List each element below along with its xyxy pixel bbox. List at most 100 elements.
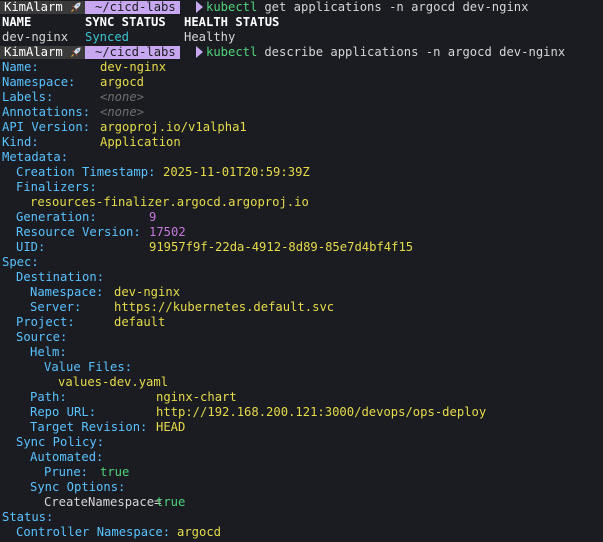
value-dest-namespace: dev-nginx bbox=[114, 285, 181, 299]
describe-line: Automated: bbox=[0, 450, 603, 465]
describe-line: Finalizers: bbox=[0, 180, 603, 195]
command-name: kubectl bbox=[206, 45, 258, 59]
key-prune: Prune: bbox=[44, 465, 89, 479]
value-finalizer: resources-finalizer.argocd.argoproj.io bbox=[30, 195, 309, 209]
describe-line: resources-finalizer.argocd.argoproj.io bbox=[0, 195, 603, 210]
table-header: NAME SYNC STATUS HEALTH STATUS bbox=[0, 15, 603, 30]
key-api-version: API Version: bbox=[2, 120, 91, 134]
value-api-version: argoproj.io/v1alpha1 bbox=[100, 120, 247, 134]
value-uid: 91957f9f-22da-4912-8d89-85e7d4bf4f15 bbox=[149, 240, 414, 254]
rocket-icon bbox=[71, 2, 81, 12]
prompt-user-text: KimAlarm bbox=[4, 45, 63, 59]
prompt-line: KimAlarm ~/cicd-labs kubectl get applica… bbox=[0, 0, 603, 15]
describe-line: Generation: 9 bbox=[0, 210, 603, 225]
key-generation: Generation: bbox=[16, 210, 97, 224]
prompt-user: KimAlarm bbox=[0, 45, 86, 59]
table-row: dev-nginx Synced Healthy bbox=[0, 30, 603, 45]
command-name: kubectl bbox=[206, 0, 258, 14]
prompt-user: KimAlarm bbox=[0, 0, 86, 14]
prompt-separator bbox=[196, 1, 203, 13]
prompt-user-text: KimAlarm bbox=[4, 0, 63, 14]
value-namespace: argocd bbox=[100, 75, 145, 89]
describe-line: Annotations: <none> bbox=[0, 105, 603, 120]
describe-line: Namespace: argocd bbox=[0, 75, 603, 90]
key-namespace: Namespace: bbox=[2, 75, 76, 89]
key-automated: Automated: bbox=[30, 450, 104, 464]
key-sync-options: Sync Options: bbox=[30, 480, 126, 494]
key-value-files: Value Files: bbox=[44, 360, 133, 374]
describe-line: Repo URL: http://192.168.200.121:3000/de… bbox=[0, 405, 603, 420]
describe-line: Helm: bbox=[0, 345, 603, 360]
value-prune: true bbox=[100, 465, 130, 479]
describe-line: Destination: bbox=[0, 270, 603, 285]
describe-line: CreateNamespace= true bbox=[0, 495, 603, 510]
key-labels: Labels: bbox=[2, 90, 54, 104]
table-cell-sync: Synced bbox=[85, 30, 130, 44]
key-dest-server: Server: bbox=[30, 300, 82, 314]
describe-line: Labels: <none> bbox=[0, 90, 603, 105]
value-generation: 9 bbox=[149, 210, 157, 224]
describe-line: Name: dev-nginx bbox=[0, 60, 603, 75]
key-metadata: Metadata: bbox=[2, 150, 69, 164]
describe-line: Project: default bbox=[0, 315, 603, 330]
value-creation-timestamp: 2025-11-01T20:59:39Z bbox=[163, 165, 310, 179]
key-project: Project: bbox=[16, 315, 75, 329]
key-annotations: Annotations: bbox=[2, 105, 91, 119]
rocket-icon bbox=[71, 47, 81, 57]
describe-line: Value Files: bbox=[0, 360, 603, 375]
value-target-revision: HEAD bbox=[156, 420, 186, 434]
key-target-revision: Target Revision: bbox=[30, 420, 148, 434]
key-path: Path: bbox=[30, 390, 67, 404]
describe-line: Status: bbox=[0, 510, 603, 525]
value-value-file: values-dev.yaml bbox=[58, 375, 169, 389]
key-spec: Spec: bbox=[2, 255, 39, 269]
describe-line: Creation Timestamp: 2025-11-01T20:59:39Z bbox=[0, 165, 603, 180]
table-header-name: NAME bbox=[2, 15, 32, 29]
key-status: Status: bbox=[2, 510, 54, 524]
prompt-line: KimAlarm ~/cicd-labs kubectl describe ap… bbox=[0, 45, 603, 60]
key-source: Source: bbox=[16, 330, 68, 344]
key-sync-policy: Sync Policy: bbox=[16, 435, 105, 449]
key-kind: Kind: bbox=[2, 135, 39, 149]
key-dest-namespace: Namespace: bbox=[30, 285, 104, 299]
describe-line: Server: https://kubernetes.default.svc bbox=[0, 300, 603, 315]
table-header-health: HEALTH STATUS bbox=[184, 15, 280, 29]
describe-line: Path: nginx-chart bbox=[0, 390, 603, 405]
describe-line: API Version: argoproj.io/v1alpha1 bbox=[0, 120, 603, 135]
describe-line: Controller Namespace: argocd bbox=[0, 525, 603, 540]
describe-line: Metadata: bbox=[0, 150, 603, 165]
value-kind: Application bbox=[100, 135, 181, 149]
describe-line: Source: bbox=[0, 330, 603, 345]
terminal-window[interactable]: KimAlarm ~/cicd-labs kubectl get applica… bbox=[0, 0, 603, 542]
describe-line: Resource Version: 17502 bbox=[0, 225, 603, 240]
value-sync-option-key: CreateNamespace= bbox=[44, 495, 162, 509]
describe-line: Sync Options: bbox=[0, 480, 603, 495]
key-finalizers: Finalizers: bbox=[16, 180, 97, 194]
prompt-dir: ~/cicd-labs bbox=[85, 1, 180, 14]
key-controller-namespace: Controller Namespace: bbox=[16, 525, 171, 539]
describe-line: Kind: Application bbox=[0, 135, 603, 150]
value-sync-option-val: true bbox=[156, 495, 186, 509]
prompt-separator bbox=[196, 46, 203, 58]
describe-line: Spec: bbox=[0, 255, 603, 270]
key-repo-url: Repo URL: bbox=[30, 405, 97, 419]
value-repo-url: http://192.168.200.121:3000/devops/ops-d… bbox=[156, 405, 487, 419]
key-helm: Helm: bbox=[30, 345, 67, 359]
value-resource-version: 17502 bbox=[149, 225, 186, 239]
key-destination: Destination: bbox=[16, 270, 105, 284]
key-creation-timestamp: Creation Timestamp: bbox=[16, 165, 156, 179]
table-header-sync: SYNC STATUS bbox=[85, 15, 166, 29]
key-name: Name: bbox=[2, 60, 39, 74]
describe-line: values-dev.yaml bbox=[0, 375, 603, 390]
value-annotations: <none> bbox=[100, 105, 145, 119]
describe-line: Namespace: dev-nginx bbox=[0, 285, 603, 300]
table-cell-health: Healthy bbox=[184, 30, 236, 44]
value-controller-namespace: argocd bbox=[177, 525, 222, 539]
describe-line: Target Revision: HEAD bbox=[0, 420, 603, 435]
describe-line: Sync Policy: bbox=[0, 435, 603, 450]
describe-line: Prune: true bbox=[0, 465, 603, 480]
command-args: describe applications -n argocd dev-ngin… bbox=[257, 45, 566, 59]
value-labels: <none> bbox=[100, 90, 145, 104]
value-path: nginx-chart bbox=[156, 390, 237, 404]
key-uid: UID: bbox=[16, 240, 46, 254]
